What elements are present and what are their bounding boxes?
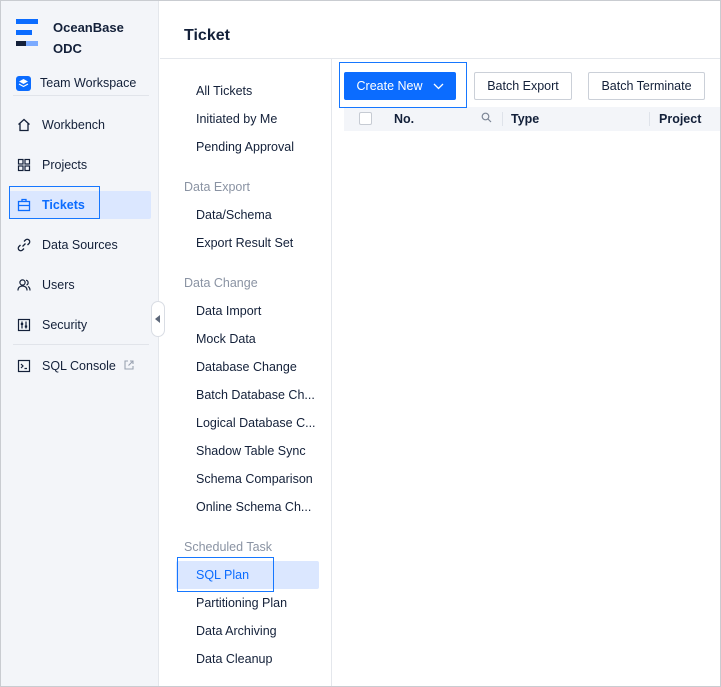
- page-title: Ticket: [184, 27, 230, 44]
- external-link-icon: [123, 359, 135, 374]
- menu-item-sql-plan[interactable]: SQL Plan: [196, 568, 249, 582]
- menu-item-initiated-by-me[interactable]: Initiated by Me: [196, 112, 277, 126]
- search-icon[interactable]: [481, 112, 492, 126]
- sidebar-item-security[interactable]: Security: [9, 311, 151, 339]
- menu-item-partitioning-plan[interactable]: Partitioning Plan: [196, 596, 287, 610]
- menu-item-online-schema-change[interactable]: Online Schema Ch...: [196, 500, 311, 514]
- menu-group-scheduled-task: Scheduled Task: [184, 540, 273, 554]
- home-icon: [16, 118, 31, 133]
- table-header: No. Type Project: [344, 107, 720, 131]
- menu-item-database-change[interactable]: Database Change: [196, 360, 297, 374]
- menu-item-batch-database-change[interactable]: Batch Database Ch...: [196, 388, 315, 402]
- sidebar-item-tickets[interactable]: Tickets: [9, 191, 151, 219]
- menu-group-data-change: Data Change: [184, 276, 258, 290]
- sidebar-item-label: Security: [42, 318, 88, 332]
- column-header-no[interactable]: No.: [394, 112, 414, 126]
- sidebar-item-users[interactable]: Users: [9, 271, 151, 299]
- link-icon: [16, 238, 31, 253]
- workspace-label: Team Workspace: [40, 76, 137, 90]
- menu-item-data-import[interactable]: Data Import: [196, 304, 261, 318]
- sidebar-item-label: Workbench: [42, 118, 105, 132]
- menu-item-mock-data[interactable]: Mock Data: [196, 332, 256, 346]
- menu-item-schema-comparison[interactable]: Schema Comparison: [196, 472, 313, 486]
- grid-icon: [16, 158, 31, 173]
- workspace-switcher[interactable]: Team Workspace: [16, 72, 136, 94]
- column-header-type[interactable]: Type: [511, 112, 539, 126]
- terminal-icon: [16, 359, 31, 374]
- sidebar: OceanBase ODC Team Workspace Workbench P…: [1, 1, 159, 686]
- sidebar-item-label: Users: [42, 278, 75, 292]
- brand-line-1: OceanBase: [53, 20, 124, 35]
- sidebar-item-workbench[interactable]: Workbench: [9, 111, 151, 139]
- sidebar-item-sql-console[interactable]: SQL Console: [9, 352, 151, 380]
- menu-group-data-export: Data Export: [184, 180, 251, 194]
- menu-item-all-tickets[interactable]: All Tickets: [196, 84, 252, 98]
- column-divider: [502, 112, 503, 126]
- select-all-checkbox[interactable]: [359, 112, 372, 125]
- sidebar-item-label: Data Sources: [42, 238, 118, 252]
- users-icon: [16, 278, 31, 293]
- create-new-button[interactable]: Create New: [344, 72, 456, 100]
- page-header: Ticket: [160, 1, 720, 59]
- sidebar-item-label: Tickets: [42, 198, 85, 212]
- menu-item-export-result-set[interactable]: Export Result Set: [196, 236, 293, 250]
- menu-item-logical-database-change[interactable]: Logical Database C...: [196, 416, 316, 430]
- sidebar-item-data-sources[interactable]: Data Sources: [9, 231, 151, 259]
- sidebar-item-projects[interactable]: Projects: [9, 151, 151, 179]
- menu-item-pending-approval[interactable]: Pending Approval: [196, 140, 294, 154]
- menu-item-data-cleanup[interactable]: Data Cleanup: [196, 652, 272, 666]
- column-divider: [649, 112, 650, 126]
- menu-item-data-archiving[interactable]: Data Archiving: [196, 624, 277, 638]
- brand-name: OceanBase ODC: [53, 17, 124, 59]
- oceanbase-logo-icon: [16, 19, 38, 49]
- ticket-list-panel: Create New Batch Export Batch Terminate …: [332, 59, 720, 686]
- ticket-type-menu: All Tickets Initiated by Me Pending Appr…: [160, 59, 332, 686]
- sidebar-item-label: SQL Console: [42, 359, 116, 373]
- layers-icon: [16, 75, 31, 91]
- divider: [13, 344, 149, 345]
- menu-item-data-schema[interactable]: Data/Schema: [196, 208, 272, 222]
- sidebar-item-label: Projects: [42, 158, 88, 172]
- brand-line-2: ODC: [53, 41, 82, 56]
- ticket-icon: [16, 198, 31, 213]
- batch-export-button[interactable]: Batch Export: [474, 72, 572, 100]
- column-header-project[interactable]: Project: [659, 112, 701, 126]
- menu-item-shadow-table-sync[interactable]: Shadow Table Sync: [196, 444, 306, 458]
- create-new-label: Create New: [356, 79, 423, 93]
- sliders-icon: [16, 318, 31, 333]
- batch-terminate-button[interactable]: Batch Terminate: [588, 72, 705, 100]
- divider: [13, 95, 149, 96]
- chevron-down-icon: [433, 79, 444, 93]
